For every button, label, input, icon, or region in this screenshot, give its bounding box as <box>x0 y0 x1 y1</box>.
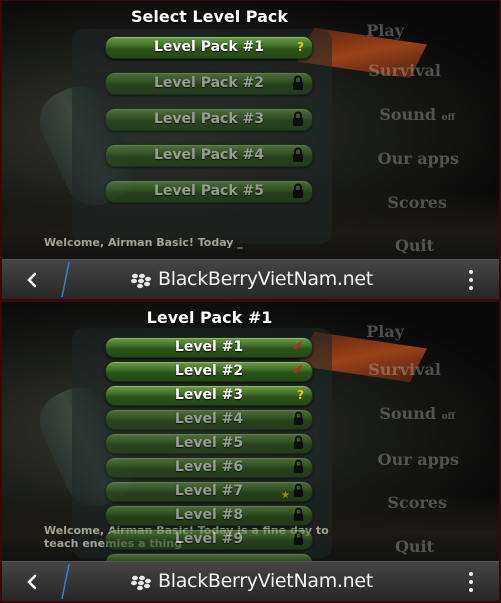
level-2-button[interactable]: Level #2 ✔ <box>105 361 313 382</box>
menu-sound-label: Sound <box>379 404 437 423</box>
level-7-button[interactable]: Level #7 ★ <box>105 481 313 502</box>
welcome-text: Welcome, Airman Basic! Today _ <box>44 236 243 249</box>
chevron-left-icon <box>27 574 37 590</box>
level-label: Level #1 <box>174 339 244 355</box>
menu-our-apps: Our apps <box>377 450 459 469</box>
back-button[interactable] <box>2 260 62 299</box>
level-pack-label: Level Pack #2 <box>154 75 264 91</box>
level-pack-panel <box>72 29 332 244</box>
level-pack-3-button[interactable]: Level Pack #3 <box>105 108 313 131</box>
level-5-button[interactable]: Level #5 <box>105 433 313 454</box>
level-1-button[interactable]: Level #1 ✔ <box>105 337 313 358</box>
menu-scores: Scores <box>387 193 447 212</box>
level-label: Level #4 <box>174 411 244 427</box>
lock-icon <box>293 411 304 426</box>
background-main-menu: Play Survival Sound off Our apps Scores … <box>359 1 499 260</box>
brand-text: BlackBerryVietNam.net <box>158 268 373 290</box>
level-pack-1-button[interactable]: Level Pack #1 ? <box>105 36 313 59</box>
lock-icon <box>292 183 304 199</box>
level-pack-4-button[interactable]: Level Pack #4 <box>105 144 313 167</box>
game-area: Play Survival Sound off Our apps Scores … <box>2 302 499 561</box>
lock-icon <box>293 483 304 498</box>
lock-icon <box>293 531 304 546</box>
level-label: Level #9 <box>174 531 244 547</box>
lock-icon <box>293 435 304 450</box>
level-9-button[interactable]: Level #9 <box>105 529 313 550</box>
level-pack-2-button[interactable]: Level Pack #2 <box>105 72 313 95</box>
brand-text: BlackBerryVietNam.net <box>158 570 373 592</box>
lock-icon <box>293 507 304 522</box>
panel-title: Level Pack #1 <box>146 308 273 327</box>
level-10-button-partial[interactable] <box>105 553 313 561</box>
vertical-dots-icon <box>469 572 473 576</box>
menu-scores: Scores <box>387 493 447 512</box>
level-pack-label: Level Pack #4 <box>154 147 264 163</box>
menu-sound-state: off <box>441 113 455 123</box>
level-8-button[interactable]: Level #8 <box>105 505 313 526</box>
game-area: Play Survival Sound off Our apps Scores … <box>2 1 499 260</box>
panel-title: Select Level Pack <box>130 7 288 26</box>
menu-sound-state: off <box>441 412 455 422</box>
level-6-button[interactable]: Level #6 <box>105 457 313 478</box>
back-button[interactable] <box>2 562 62 601</box>
bottom-navbar: BlackBerryVietNam.net <box>2 561 499 601</box>
level-3-button[interactable]: Level #3 ? <box>105 385 313 406</box>
menu-survival: Survival <box>368 360 441 379</box>
menu-sound-label: Sound <box>379 105 437 124</box>
level-label: Level #5 <box>174 435 244 451</box>
question-icon: ? <box>297 40 304 54</box>
blackberry-logo-icon <box>131 575 151 591</box>
lock-icon <box>293 459 304 474</box>
background-main-menu: Play Survival Sound off Our apps Scores … <box>359 302 499 561</box>
lock-icon <box>292 75 304 91</box>
bottom-navbar: BlackBerryVietNam.net <box>2 259 499 299</box>
level-label: Level #8 <box>174 507 244 523</box>
chevron-left-icon <box>27 272 37 288</box>
more-menu-button[interactable] <box>461 570 481 594</box>
blackberry-logo-icon <box>131 273 151 289</box>
level-label: Level #2 <box>174 363 244 379</box>
menu-quit: Quit <box>394 537 434 556</box>
level-label: Level #3 <box>174 387 244 403</box>
menu-quit: Quit <box>394 236 434 255</box>
star-icon: ★ <box>281 483 290 502</box>
top-screen: Play Survival Sound off Our apps Scores … <box>2 1 499 299</box>
level-4-button[interactable]: Level #4 <box>105 409 313 430</box>
more-menu-button[interactable] <box>461 268 481 292</box>
lock-icon <box>292 147 304 163</box>
level-pack-label: Level Pack #1 <box>154 39 264 55</box>
navbar-divider <box>60 260 70 299</box>
bottom-screen: Play Survival Sound off Our apps Scores … <box>2 302 499 601</box>
menu-sound: Sound off <box>379 404 455 423</box>
menu-our-apps: Our apps <box>377 149 459 168</box>
checkmark-icon: ✔ <box>292 362 304 378</box>
lock-icon <box>292 111 304 127</box>
menu-sound: Sound off <box>379 105 455 124</box>
level-pack-5-button[interactable]: Level Pack #5 <box>105 180 313 203</box>
question-icon: ? <box>297 388 304 402</box>
level-pack-label: Level Pack #5 <box>154 183 264 199</box>
level-label: Level #6 <box>174 459 244 475</box>
navbar-divider <box>60 562 70 601</box>
vertical-dots-icon <box>469 270 473 274</box>
star-icon-glyph: ★ <box>281 490 290 501</box>
level-pack-label: Level Pack #3 <box>154 111 264 127</box>
menu-survival: Survival <box>368 61 441 80</box>
checkmark-icon: ✔ <box>292 338 304 354</box>
